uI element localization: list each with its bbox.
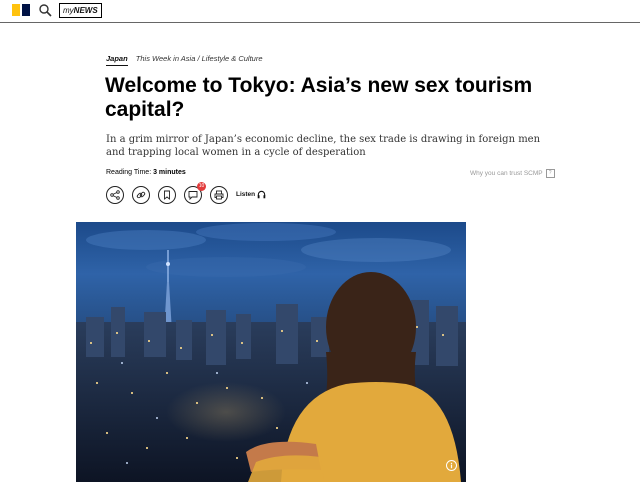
article-summary: In a grim mirror of Japan’s economic dec…: [106, 134, 541, 158]
logo-navy-block: [22, 4, 30, 16]
mynews-button[interactable]: myNEWS: [59, 3, 102, 18]
search-icon[interactable]: [38, 3, 52, 17]
hero-image: [76, 222, 466, 482]
comments-button[interactable]: 10: [184, 182, 206, 204]
info-glyph: [450, 462, 453, 469]
reading-time: Reading Time: 3 minutes: [106, 169, 186, 176]
trust-text: Why you can trust SCMP: [470, 170, 543, 178]
trust-icon: ?: [545, 169, 555, 178]
comment-count-badge: 10: [197, 182, 206, 191]
info-icon[interactable]: [446, 460, 457, 471]
print-icon: [214, 190, 224, 200]
comment-icon: [188, 191, 198, 200]
bookmark-button[interactable]: [158, 186, 176, 204]
share-button[interactable]: [106, 186, 124, 204]
tokyo-skyline-photo: [76, 223, 466, 482]
link-icon: [136, 191, 146, 199]
breadcrumb: Japan This Week in Asia / Lifestyle & Cu…: [106, 54, 263, 66]
trust-link[interactable]: Why you can trust SCMP?: [470, 169, 555, 178]
copy-link-button[interactable]: [132, 186, 150, 204]
top-navigation-bar: myNEWS: [0, 0, 640, 23]
section-link[interactable]: Japan: [106, 54, 128, 66]
share-icon: [110, 190, 120, 200]
topics-link[interactable]: This Week in Asia / Lifestyle & Culture: [136, 54, 263, 63]
print-button[interactable]: [210, 186, 228, 204]
bookmark-icon: [164, 190, 170, 200]
mynews-my-text: my: [63, 6, 74, 15]
mynews-news-text: NEWS: [73, 6, 98, 15]
reading-time-label: Reading Time:: [106, 169, 154, 176]
article-headline: Welcome to Tokyo: Asia’s new sex tourism…: [105, 74, 533, 121]
headphones-icon[interactable]: [257, 190, 266, 199]
scmp-logo[interactable]: [12, 4, 30, 16]
logo-yellow-block: [12, 4, 20, 16]
reading-time-value: 3 minutes: [153, 169, 186, 176]
listen-button[interactable]: Listen: [236, 191, 255, 198]
